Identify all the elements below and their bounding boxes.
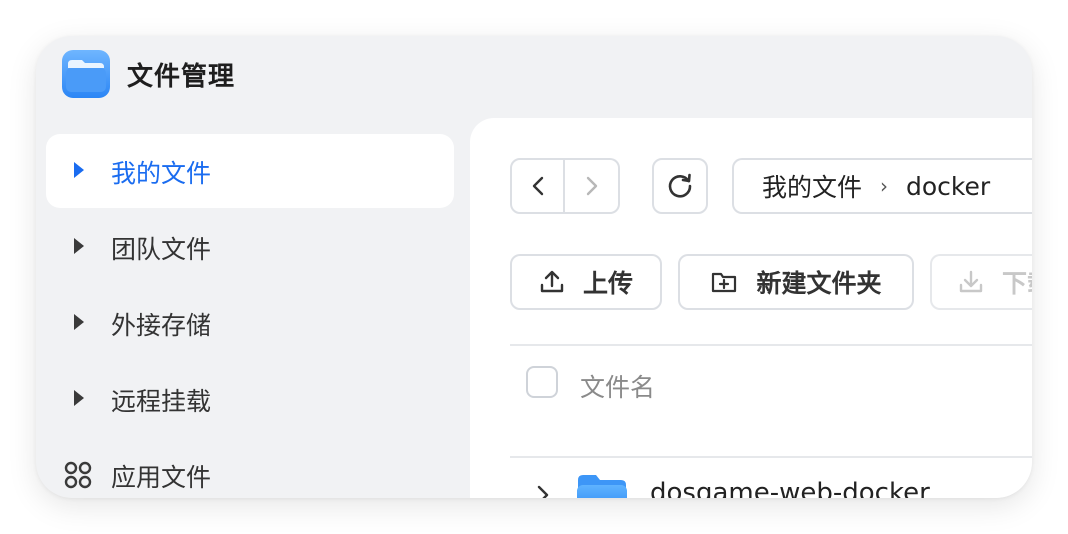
sidebar-item-external-storage[interactable]: 外接存储 — [46, 286, 454, 360]
breadcrumb: 我的文件 › docker — [732, 158, 1032, 214]
caret-right-icon[interactable] — [74, 238, 84, 254]
download-button[interactable]: 下载 — [930, 254, 1032, 310]
sidebar-item-label: 远程挂载 — [111, 387, 212, 416]
chevron-left-icon — [532, 176, 543, 196]
chevron-right-icon — [586, 176, 597, 196]
sidebar: 我的文件 团队文件 外接存储 远程挂载 应用文件 — [46, 134, 454, 498]
download-icon — [959, 270, 983, 293]
sidebar-item-label: 外接存储 — [111, 311, 212, 340]
breadcrumb-separator: › — [880, 174, 889, 198]
download-label: 下载 — [1002, 269, 1032, 298]
caret-right-icon[interactable] — [74, 162, 84, 178]
new-folder-icon — [712, 272, 737, 293]
sidebar-item-my-files[interactable]: 我的文件 — [46, 134, 454, 208]
table-header: 文件名 — [510, 346, 1032, 420]
sidebar-item-team-files[interactable]: 团队文件 — [46, 210, 454, 284]
caret-right-icon[interactable] — [74, 314, 84, 330]
caret-right-icon[interactable] — [74, 390, 84, 406]
chevron-right-icon[interactable] — [536, 484, 550, 498]
table-row[interactable]: dosgame-web-docker — [510, 458, 1032, 498]
sidebar-item-label: 应用文件 — [111, 463, 212, 492]
sidebar-item-label: 我的文件 — [111, 159, 212, 188]
sidebar-item-label: 团队文件 — [111, 235, 212, 264]
upload-icon — [540, 270, 564, 293]
file-manager-window: 文件管理 我的文件 团队文件 外接存储 远程挂载 应用文件 我的文件 › doc… — [36, 36, 1032, 498]
back-button[interactable] — [510, 158, 565, 214]
new-folder-button[interactable]: 新建文件夹 — [678, 254, 914, 310]
select-all-checkbox[interactable] — [526, 366, 558, 398]
new-folder-label: 新建文件夹 — [756, 269, 882, 298]
breadcrumb-item-root[interactable]: 我的文件 — [762, 168, 862, 204]
refresh-button[interactable] — [652, 158, 708, 214]
file-name[interactable]: dosgame-web-docker — [650, 478, 930, 498]
upload-button[interactable]: 上传 — [510, 254, 662, 310]
folder-icon — [577, 475, 627, 498]
refresh-icon — [668, 173, 692, 198]
sidebar-item-remote-mount[interactable]: 远程挂载 — [46, 362, 454, 436]
column-header-name[interactable]: 文件名 — [580, 368, 655, 404]
folder-app-icon — [62, 50, 110, 98]
main-panel: 我的文件 › docker 上传 新建文件夹 下载 — [470, 118, 1032, 498]
forward-button[interactable] — [565, 158, 620, 214]
breadcrumb-item-current[interactable]: docker — [906, 172, 990, 201]
sidebar-item-app-files[interactable]: 应用文件 — [46, 438, 454, 498]
history-nav — [510, 158, 620, 214]
title-bar: 文件管理 — [36, 36, 1032, 116]
app-title: 文件管理 — [127, 62, 236, 92]
apps-grid-icon — [64, 461, 92, 489]
upload-label: 上传 — [582, 269, 633, 298]
